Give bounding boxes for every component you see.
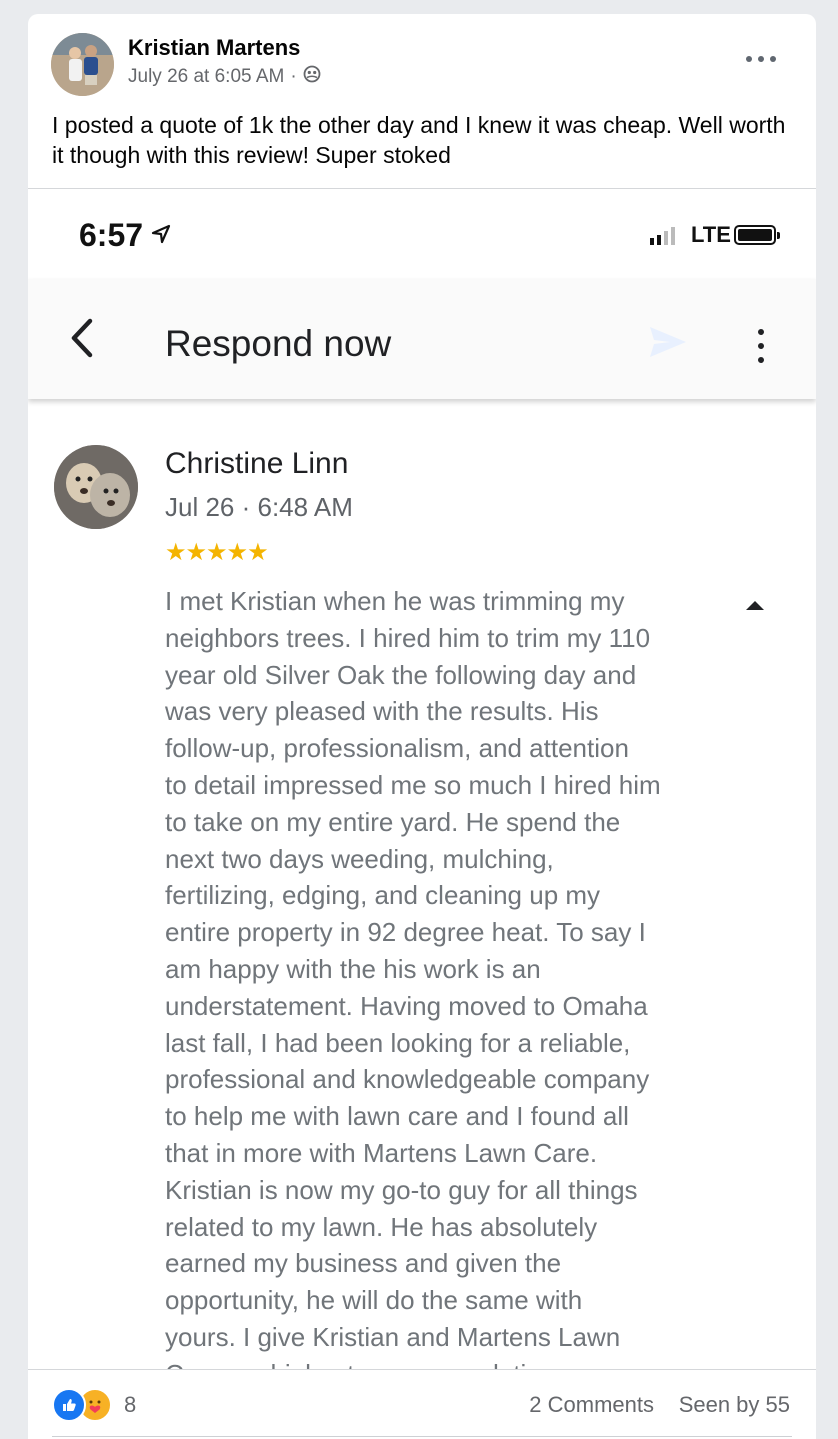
location-arrow-icon	[151, 224, 171, 244]
author-avatar[interactable]	[51, 33, 114, 96]
app-title: Respond now	[165, 323, 392, 364]
app-bar: Respond now	[28, 279, 816, 399]
reviewer-avatar	[54, 445, 138, 529]
reviewer-name: Christine Linn	[165, 447, 349, 480]
more-vert-icon[interactable]	[756, 329, 766, 363]
post-footer: 8 2 Comments Seen by 55	[28, 1370, 816, 1439]
seen-by[interactable]: Seen by 55	[679, 1392, 790, 1418]
more-options-icon[interactable]	[746, 52, 776, 66]
shared-screenshot[interactable]: 6:57 LTE Respond now Christine Linn Jul …	[28, 189, 816, 1369]
author-name[interactable]: Kristian Martens	[128, 35, 300, 61]
collapse-caret-icon[interactable]	[746, 601, 764, 610]
network-label: LTE	[691, 222, 731, 247]
post-meta: July 26 at 6:05 AM ·	[128, 65, 321, 89]
phone-status-bar: 6:57 LTE	[28, 189, 816, 279]
signal-icon	[650, 225, 675, 245]
review-date: Jul 26 · 6:48 AM	[165, 492, 353, 522]
review-text: I met Kristian when he was trimming my n…	[165, 586, 661, 1369]
meta-separator: ·	[290, 66, 297, 87]
back-arrow-icon[interactable]	[66, 313, 96, 363]
post-header: Kristian Martens July 26 at 6:05 AM · I …	[28, 14, 816, 189]
reactions-summary[interactable]: 8	[52, 1388, 136, 1422]
post-timestamp[interactable]: July 26 at 6:05 AM	[128, 66, 284, 88]
status-time: 6:57	[79, 217, 144, 253]
comments-link[interactable]: 2 Comments	[529, 1392, 654, 1418]
post-text: I posted a quote of 1k the other day and…	[52, 112, 786, 168]
battery-icon	[734, 225, 780, 245]
like-reaction-icon	[52, 1388, 86, 1422]
divider	[52, 1436, 792, 1437]
post-card: Kristian Martens July 26 at 6:05 AM · I …	[28, 14, 816, 1439]
send-icon[interactable]	[648, 324, 688, 360]
reaction-count: 8	[124, 1392, 137, 1417]
star-rating: ★★★★★	[165, 539, 269, 566]
friends-icon	[303, 65, 321, 89]
review: Christine Linn Jul 26 · 6:48 AM ★★★★★ I …	[28, 399, 816, 1369]
